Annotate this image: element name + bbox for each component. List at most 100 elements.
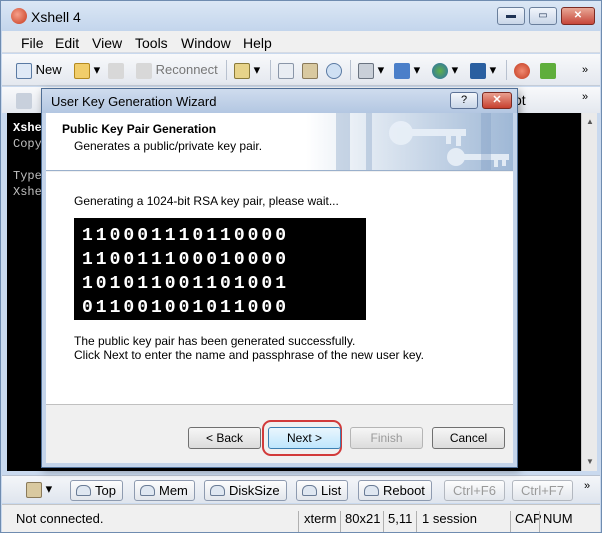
quick-button-ctrl-f6[interactable]: Ctrl+F6: [444, 480, 505, 501]
toolbar-overflow-icon[interactable]: »: [582, 60, 588, 80]
paste-button[interactable]: [302, 60, 318, 80]
keys-banner-icon: [306, 113, 513, 170]
toolbar-divider: [350, 60, 351, 80]
print-button[interactable]: ▾: [358, 60, 384, 80]
menu-edit[interactable]: Edit: [55, 35, 79, 51]
wizard-body: Generating a 1024-bit RSA key pair, plea…: [46, 172, 513, 404]
menu-window[interactable]: Window: [181, 35, 231, 51]
menu-bar: File Edit View Tools Window Help: [2, 31, 600, 53]
wizard-step-subtitle: Generates a public/private key pair.: [74, 139, 263, 153]
generating-message: Generating a 1024-bit RSA key pair, plea…: [74, 194, 339, 208]
copy-icon: [278, 62, 294, 79]
quick-button-ctrl-f7[interactable]: Ctrl+F7: [512, 480, 573, 501]
title-bar: Xshell 4 ▬ ▭ ✕: [1, 1, 601, 31]
quickbar-overflow-icon[interactable]: »: [584, 476, 590, 496]
reconnect-button[interactable]: Reconnect: [136, 60, 218, 80]
caps-lock-indicator: CAP: [515, 511, 542, 526]
quick-button-top[interactable]: Top: [70, 480, 123, 501]
close-button[interactable]: ✕: [561, 7, 595, 25]
magnifier-icon: [326, 62, 342, 79]
quick-command-menu-button[interactable]: ▾: [26, 479, 52, 499]
terminal-line: Xshe: [13, 121, 42, 135]
paste-icon: [302, 62, 318, 79]
address-bar-icon[interactable]: [16, 90, 32, 110]
quick-button-disksize[interactable]: DiskSize: [204, 480, 287, 501]
globe-icon: [432, 62, 448, 79]
dialog-help-button[interactable]: ?: [450, 92, 478, 109]
reconnect-button-label: Reconnect: [155, 62, 218, 77]
disconnect-button[interactable]: [108, 60, 124, 80]
main-toolbar: New ▾ Reconnect ▾ ▾ ▾ ▾ ▾ »: [2, 54, 600, 86]
address-overflow-icon[interactable]: »: [582, 87, 588, 107]
connection-status: Not connected.: [16, 511, 104, 526]
hat-icon: [210, 485, 225, 496]
xftp-button[interactable]: [540, 60, 556, 80]
toolbar-divider: [270, 60, 271, 80]
properties-button[interactable]: ▾: [234, 60, 260, 80]
toolbar-divider: [226, 60, 227, 80]
hat-icon: [140, 485, 155, 496]
quick-button-list[interactable]: List: [296, 480, 349, 501]
scroll-up-icon[interactable]: ▲: [586, 117, 594, 126]
status-bar: Not connected. xterm 80x21 5,11 1 sessio…: [2, 504, 600, 532]
next-button[interactable]: Next >: [268, 427, 341, 449]
wizard-step-title: Public Key Pair Generation: [62, 122, 217, 136]
key-generation-matrix: 110001110110000 110011100010000 10101100…: [74, 218, 366, 320]
new-session-icon: [16, 62, 32, 79]
printer-icon: [358, 62, 374, 79]
dialog-title-bar: User Key Generation Wizard ? ✕: [42, 89, 517, 113]
window-title: Xshell 4: [31, 9, 81, 25]
copy-button[interactable]: [278, 60, 294, 80]
menu-help[interactable]: Help: [243, 35, 272, 51]
transfer-button[interactable]: ▾: [394, 60, 420, 80]
success-message: The public key pair has been generated s…: [74, 334, 356, 348]
font-button[interactable]: ▾: [470, 60, 496, 80]
back-button[interactable]: < Back: [188, 427, 261, 449]
hat-icon: [76, 485, 91, 496]
xshell-button[interactable]: [514, 60, 530, 80]
matrix-row: 110001110110000: [82, 226, 290, 246]
matrix-row: 011001001011000: [82, 298, 290, 318]
menu-file[interactable]: File: [21, 35, 44, 51]
quick-button-reboot[interactable]: Reboot: [358, 480, 432, 501]
terminal-size: 80x21: [345, 511, 381, 526]
minimize-button[interactable]: ▬: [497, 7, 525, 25]
menu-view[interactable]: View: [92, 35, 122, 51]
key-generation-wizard-dialog: User Key Generation Wizard ? ✕ Public Ke…: [41, 88, 518, 468]
cursor-position: 5,11: [388, 511, 413, 526]
maximize-button[interactable]: ▭: [529, 7, 557, 25]
xftp-icon: [540, 62, 556, 79]
dialog-title: User Key Generation Wizard: [51, 94, 217, 109]
cancel-button[interactable]: Cancel: [432, 427, 505, 449]
dialog-client-area: Public Key Pair Generation Generates a p…: [46, 113, 513, 463]
xshell-logo-icon: [514, 62, 530, 79]
menu-tools[interactable]: Tools: [135, 35, 168, 51]
quick-command-icon: [26, 481, 42, 498]
xshell-app-icon: [11, 8, 27, 24]
toolbar-divider: [506, 60, 507, 80]
hat-icon: [364, 485, 379, 496]
terminal-type: xterm: [304, 511, 337, 526]
font-icon: [470, 62, 486, 79]
folder-icon: [74, 62, 90, 79]
terminal-line: Copy: [13, 137, 42, 151]
new-button[interactable]: New: [16, 60, 62, 80]
terminal-line: Xshe: [13, 185, 42, 199]
finish-button[interactable]: Finish: [350, 427, 423, 449]
quick-button-mem[interactable]: Mem: [134, 480, 195, 501]
reconnect-icon: [136, 62, 152, 79]
scroll-down-icon[interactable]: ▼: [586, 457, 594, 466]
open-button[interactable]: ▾: [74, 60, 100, 80]
transfer-icon: [394, 62, 410, 79]
session-count: 1 session: [422, 511, 477, 526]
terminal-scrollbar[interactable]: ▲ ▼: [581, 113, 597, 471]
num-lock-indicator: NUM: [543, 511, 573, 526]
wizard-header: Public Key Pair Generation Generates a p…: [46, 113, 513, 171]
xshell-window: Xshell 4 ▬ ▭ ✕ File Edit View Tools Wind…: [0, 0, 602, 533]
globe-button[interactable]: ▾: [432, 60, 458, 80]
dialog-close-button[interactable]: ✕: [482, 92, 512, 109]
dialog-divider: [46, 404, 513, 405]
disconnect-icon: [108, 62, 124, 79]
find-button[interactable]: [326, 60, 342, 80]
new-button-label: New: [35, 62, 62, 77]
